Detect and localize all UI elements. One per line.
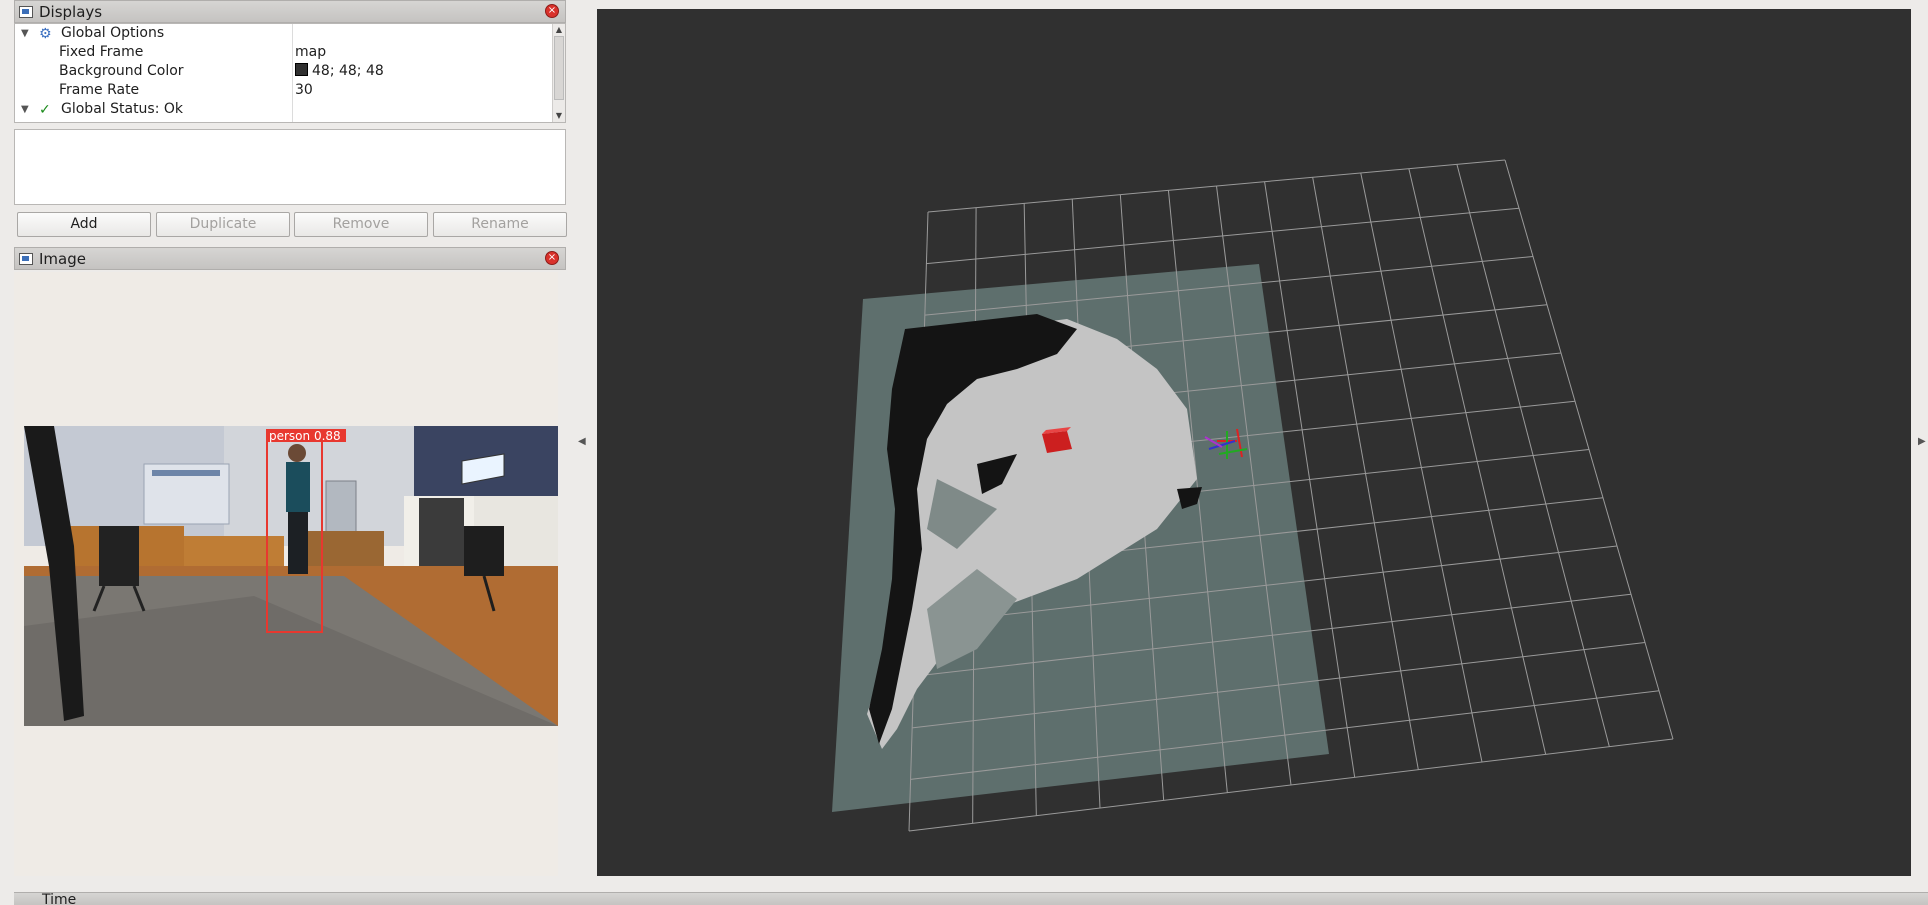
fixed-frame-value[interactable]: map	[295, 43, 326, 62]
gear-icon: ⚙	[39, 26, 52, 42]
tree-item-label: Global Options	[61, 25, 165, 41]
grid-line	[1504, 159, 1674, 740]
image-icon	[19, 252, 33, 265]
displays-panel-header: Displays ×	[14, 0, 566, 23]
tree-item-label: Fixed Frame	[59, 44, 144, 60]
displays-icon	[19, 5, 33, 18]
tree-item-label: Frame Rate	[59, 82, 140, 98]
check-icon: ✓	[39, 102, 51, 118]
splitter-collapse-icon[interactable]: ◀	[578, 436, 586, 447]
frame-rate-value[interactable]: 30	[295, 81, 313, 100]
scroll-thumb[interactable]	[554, 36, 564, 100]
grid-line	[1456, 164, 1610, 747]
3d-render-viewport[interactable]	[597, 9, 1911, 876]
scroll-up-icon[interactable]: ▲	[553, 24, 565, 36]
grid-line	[1408, 168, 1547, 755]
color-swatch	[295, 63, 308, 76]
tree-item-frame-rate[interactable]: Frame Rate 30	[15, 81, 555, 100]
image-panel-title: Image	[39, 249, 86, 268]
background-color-text: 48; 48; 48	[312, 63, 384, 79]
image-close-icon[interactable]: ×	[545, 251, 559, 265]
displays-tree: ▼ ⚙ Global Options Fixed Frame map Backg…	[14, 23, 566, 123]
tree-item-global-options[interactable]: ▼ ⚙ Global Options	[15, 24, 555, 43]
camera-image: person 0.88	[24, 426, 558, 726]
tree-scrollbar[interactable]: ▲ ▼	[552, 24, 565, 122]
tree-item-fixed-frame[interactable]: Fixed Frame map	[15, 43, 555, 62]
scroll-down-icon[interactable]: ▼	[553, 110, 565, 122]
time-panel-title: Time	[42, 892, 77, 905]
description-box	[14, 129, 566, 205]
image-panel-header: Image ×	[14, 247, 566, 270]
detection-label: person 0.88	[269, 429, 341, 443]
duplicate-button[interactable]: Duplicate	[156, 212, 290, 237]
tree-item-label: Global Status: Ok	[61, 101, 184, 117]
grid-line	[1312, 177, 1419, 770]
time-panel-header: Time	[14, 892, 1928, 905]
expand-arrow-icon[interactable]: ▼	[21, 100, 29, 119]
background-color-value[interactable]: 48; 48; 48	[295, 62, 384, 81]
expand-arrow-icon[interactable]: ▼	[21, 24, 29, 43]
displays-panel-title: Displays	[39, 2, 103, 21]
remove-button[interactable]: Remove	[294, 212, 428, 237]
rename-button[interactable]: Rename	[433, 212, 567, 237]
add-button[interactable]: Add	[17, 212, 151, 237]
splitter-expand-icon[interactable]: ▶	[1918, 436, 1926, 447]
tree-item-background-color[interactable]: Background Color 48; 48; 48	[15, 62, 555, 81]
displays-close-icon[interactable]: ×	[545, 4, 559, 18]
tree-item-global-status[interactable]: ▼ ✓ Global Status: Ok	[15, 100, 555, 119]
tree-item-label: Background Color	[59, 63, 184, 79]
